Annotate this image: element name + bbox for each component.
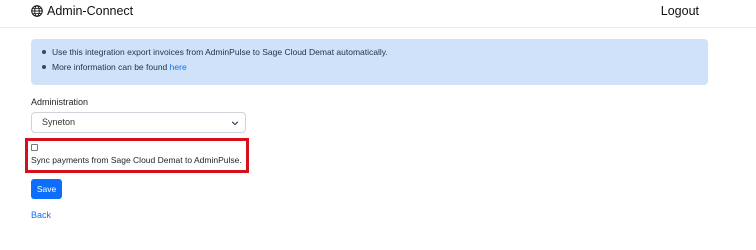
back-link[interactable]: Back	[31, 210, 51, 220]
info-line-2-text: More information can be found	[52, 62, 170, 72]
sync-payments-checkbox[interactable]	[31, 144, 38, 151]
administration-label: Administration	[31, 97, 89, 107]
info-item: More information can be found here	[41, 62, 388, 77]
brand[interactable]: Admin-Connect	[31, 4, 133, 18]
brand-name: Admin-Connect	[47, 4, 134, 18]
info-more-link[interactable]: here	[170, 62, 187, 72]
navbar: Admin-Connect Logout	[0, 0, 756, 28]
save-button[interactable]: Save	[31, 179, 62, 199]
sync-payments-label[interactable]: Sync payments from Sage Cloud Demat to A…	[31, 155, 242, 165]
globe-icon	[31, 5, 43, 17]
info-line-1: Use this integration export invoices fro…	[52, 47, 388, 57]
info-alert: Use this integration export invoices fro…	[31, 39, 708, 85]
chevron-down-icon	[231, 121, 239, 126]
administration-selected-value: Syneton	[42, 117, 76, 127]
logout-link[interactable]: Logout	[661, 4, 699, 18]
administration-select[interactable]: Syneton	[31, 112, 246, 133]
info-item: Use this integration export invoices fro…	[41, 47, 388, 62]
